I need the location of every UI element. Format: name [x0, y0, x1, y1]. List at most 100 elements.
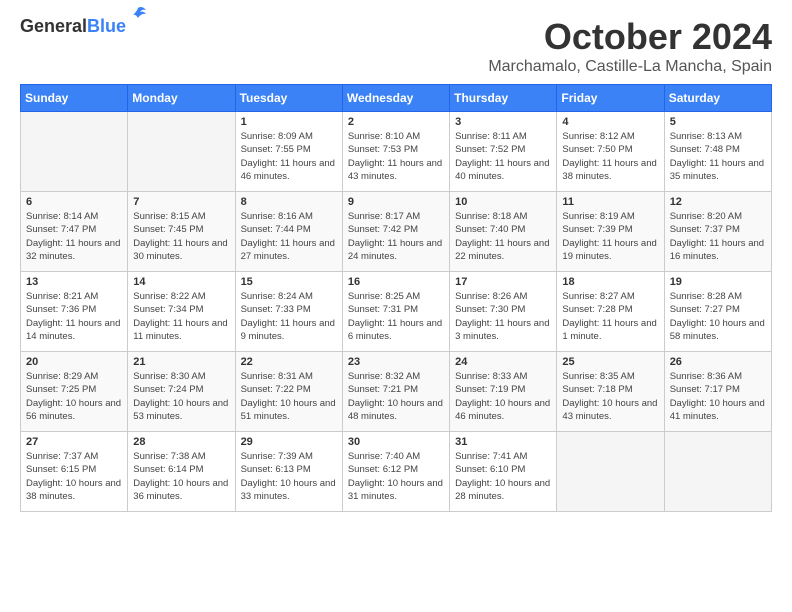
month-title: October 2024 [488, 16, 772, 58]
calendar-cell: 11Sunrise: 8:19 AMSunset: 7:39 PMDayligh… [557, 192, 664, 272]
cell-sun-info: Sunrise: 8:28 AMSunset: 7:27 PMDaylight:… [670, 290, 766, 343]
weekday-header: Monday [128, 85, 235, 112]
calendar-table: SundayMondayTuesdayWednesdayThursdayFrid… [20, 84, 772, 512]
calendar-cell [664, 432, 771, 512]
calendar-cell: 25Sunrise: 8:35 AMSunset: 7:18 PMDayligh… [557, 352, 664, 432]
cell-sun-info: Sunrise: 8:21 AMSunset: 7:36 PMDaylight:… [26, 290, 122, 343]
weekday-header: Wednesday [342, 85, 449, 112]
cell-sun-info: Sunrise: 8:33 AMSunset: 7:19 PMDaylight:… [455, 370, 551, 423]
calendar-cell: 16 Sunrise: 8:25 AMSunset: 7:31 PMDayligh… [342, 272, 449, 352]
calendar-cell: 1Sunrise: 8:09 AMSunset: 7:55 PMDaylight… [235, 112, 342, 192]
calendar-cell [21, 112, 128, 192]
cell-day-number: 15 [241, 276, 337, 288]
calendar-cell: 2Sunrise: 8:10 AMSunset: 7:53 PMDaylight… [342, 112, 449, 192]
cell-sun-info: Sunrise: 8:19 AMSunset: 7:39 PMDaylight:… [562, 210, 658, 263]
page-header: GeneralBlue October 2024 Marchamalo, Cas… [20, 16, 772, 76]
location-title: Marchamalo, Castille-La Mancha, Spain [488, 58, 772, 76]
cell-sun-info: Sunrise: 8:11 AMSunset: 7:52 PMDaylight:… [455, 130, 551, 183]
logo-bird-icon [128, 6, 148, 24]
calendar-cell [557, 432, 664, 512]
cell-day-number: 26 [670, 356, 766, 368]
calendar-cell: 26 Sunrise: 8:36 AMSunset: 7:17 PMDayligh… [664, 352, 771, 432]
cell-day-number: 18 [562, 276, 658, 288]
cell-sun-info: Sunrise: 8:25 AMSunset: 7:31 PMDaylight:… [348, 290, 444, 343]
cell-day-number: 3 [455, 116, 551, 128]
weekday-header: Saturday [664, 85, 771, 112]
cell-day-number: 8 [241, 196, 337, 208]
cell-sun-info: Sunrise: 7:39 AMSunset: 6:13 PMDaylight:… [241, 450, 337, 503]
weekday-header: Tuesday [235, 85, 342, 112]
cell-day-number: 19 [670, 276, 766, 288]
title-section: October 2024 Marchamalo, Castille-La Man… [488, 16, 772, 76]
calendar-week-row: 6 Sunrise: 8:14 AMSunset: 7:47 PMDaylight… [21, 192, 772, 272]
logo: GeneralBlue [20, 16, 126, 37]
calendar-cell: 27 Sunrise: 7:37 AMSunset: 6:15 PMDayligh… [21, 432, 128, 512]
logo-general: General [20, 16, 87, 36]
cell-sun-info: Sunrise: 7:40 AMSunset: 6:12 PMDaylight:… [348, 450, 444, 503]
logo-blue: Blue [87, 16, 126, 36]
calendar-cell: 10 Sunrise: 8:18 AMSunset: 7:40 PMDayligh… [450, 192, 557, 272]
cell-day-number: 16 [348, 276, 444, 288]
calendar-cell: 31Sunrise: 7:41 AMSunset: 6:10 PMDayligh… [450, 432, 557, 512]
cell-sun-info: Sunrise: 8:09 AMSunset: 7:55 PMDaylight:… [241, 130, 337, 183]
cell-day-number: 14 [133, 276, 229, 288]
cell-day-number: 25 [562, 356, 658, 368]
calendar-cell: 14 Sunrise: 8:22 AMSunset: 7:34 PMDayligh… [128, 272, 235, 352]
calendar-cell: 8 Sunrise: 8:16 AMSunset: 7:44 PMDaylight… [235, 192, 342, 272]
cell-sun-info: Sunrise: 7:37 AMSunset: 6:15 PMDaylight:… [26, 450, 122, 503]
cell-sun-info: Sunrise: 8:36 AMSunset: 7:17 PMDaylight:… [670, 370, 766, 423]
cell-sun-info: Sunrise: 8:14 AMSunset: 7:47 PMDaylight:… [26, 210, 122, 263]
calendar-cell: 3 Sunrise: 8:11 AMSunset: 7:52 PMDaylight… [450, 112, 557, 192]
calendar-cell: 22Sunrise: 8:31 AMSunset: 7:22 PMDayligh… [235, 352, 342, 432]
cell-sun-info: Sunrise: 8:24 AMSunset: 7:33 PMDaylight:… [241, 290, 337, 343]
calendar-week-row: 1Sunrise: 8:09 AMSunset: 7:55 PMDaylight… [21, 112, 772, 192]
cell-day-number: 6 [26, 196, 122, 208]
calendar-cell: 13Sunrise: 8:21 AMSunset: 7:36 PMDayligh… [21, 272, 128, 352]
cell-sun-info: Sunrise: 8:18 AMSunset: 7:40 PMDaylight:… [455, 210, 551, 263]
calendar-cell: 7 Sunrise: 8:15 AMSunset: 7:45 PMDaylight… [128, 192, 235, 272]
cell-sun-info: Sunrise: 8:30 AMSunset: 7:24 PMDaylight:… [133, 370, 229, 423]
cell-sun-info: Sunrise: 7:38 AMSunset: 6:14 PMDaylight:… [133, 450, 229, 503]
weekday-header: Friday [557, 85, 664, 112]
cell-sun-info: Sunrise: 8:16 AMSunset: 7:44 PMDaylight:… [241, 210, 337, 263]
calendar-cell: 24Sunrise: 8:33 AMSunset: 7:19 PMDayligh… [450, 352, 557, 432]
calendar-cell [128, 112, 235, 192]
cell-day-number: 27 [26, 436, 122, 448]
weekday-header-row: SundayMondayTuesdayWednesdayThursdayFrid… [21, 85, 772, 112]
weekday-header: Sunday [21, 85, 128, 112]
cell-sun-info: Sunrise: 8:29 AMSunset: 7:25 PMDaylight:… [26, 370, 122, 423]
calendar-cell: 5 Sunrise: 8:13 AMSunset: 7:48 PMDaylight… [664, 112, 771, 192]
calendar-week-row: 20Sunrise: 8:29 AMSunset: 7:25 PMDayligh… [21, 352, 772, 432]
cell-sun-info: Sunrise: 8:12 AMSunset: 7:50 PMDaylight:… [562, 130, 658, 183]
cell-day-number: 28 [133, 436, 229, 448]
cell-day-number: 21 [133, 356, 229, 368]
cell-sun-info: Sunrise: 8:22 AMSunset: 7:34 PMDaylight:… [133, 290, 229, 343]
cell-day-number: 2 [348, 116, 444, 128]
calendar-week-row: 27 Sunrise: 7:37 AMSunset: 6:15 PMDayligh… [21, 432, 772, 512]
cell-sun-info: Sunrise: 8:31 AMSunset: 7:22 PMDaylight:… [241, 370, 337, 423]
calendar-cell: 9 Sunrise: 8:17 AMSunset: 7:42 PMDaylight… [342, 192, 449, 272]
cell-day-number: 10 [455, 196, 551, 208]
cell-day-number: 23 [348, 356, 444, 368]
cell-sun-info: Sunrise: 8:27 AMSunset: 7:28 PMDaylight:… [562, 290, 658, 343]
cell-day-number: 30 [348, 436, 444, 448]
cell-sun-info: Sunrise: 8:26 AMSunset: 7:30 PMDaylight:… [455, 290, 551, 343]
cell-day-number: 9 [348, 196, 444, 208]
cell-day-number: 7 [133, 196, 229, 208]
calendar-cell: 20Sunrise: 8:29 AMSunset: 7:25 PMDayligh… [21, 352, 128, 432]
cell-day-number: 5 [670, 116, 766, 128]
cell-day-number: 17 [455, 276, 551, 288]
cell-sun-info: Sunrise: 8:13 AMSunset: 7:48 PMDaylight:… [670, 130, 766, 183]
calendar-cell: 15 Sunrise: 8:24 AMSunset: 7:33 PMDayligh… [235, 272, 342, 352]
calendar-cell: 6 Sunrise: 8:14 AMSunset: 7:47 PMDaylight… [21, 192, 128, 272]
cell-sun-info: Sunrise: 8:20 AMSunset: 7:37 PMDaylight:… [670, 210, 766, 263]
cell-sun-info: Sunrise: 8:17 AMSunset: 7:42 PMDaylight:… [348, 210, 444, 263]
calendar-cell: 19 Sunrise: 8:28 AMSunset: 7:27 PMDayligh… [664, 272, 771, 352]
calendar-cell: 12Sunrise: 8:20 AMSunset: 7:37 PMDayligh… [664, 192, 771, 272]
calendar-cell: 21 Sunrise: 8:30 AMSunset: 7:24 PMDayligh… [128, 352, 235, 432]
calendar-cell: 17 Sunrise: 8:26 AMSunset: 7:30 PMDayligh… [450, 272, 557, 352]
cell-sun-info: Sunrise: 8:15 AMSunset: 7:45 PMDaylight:… [133, 210, 229, 263]
calendar-cell: 28 Sunrise: 7:38 AMSunset: 6:14 PMDayligh… [128, 432, 235, 512]
cell-day-number: 4 [562, 116, 658, 128]
cell-sun-info: Sunrise: 7:41 AMSunset: 6:10 PMDaylight:… [455, 450, 551, 503]
